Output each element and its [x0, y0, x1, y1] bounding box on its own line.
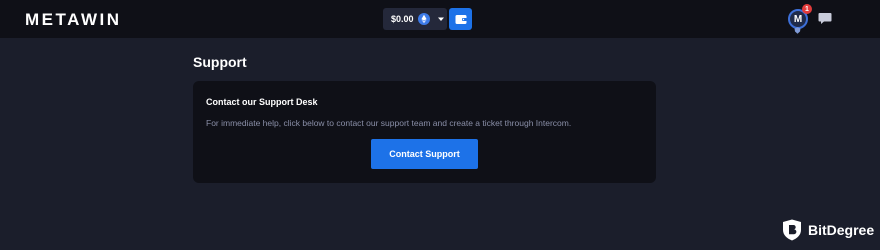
- shield-icon: [794, 27, 801, 34]
- metawin-logo[interactable]: METAWIN: [25, 10, 122, 30]
- page-title: Support: [193, 54, 247, 70]
- wallet-button[interactable]: [449, 8, 472, 30]
- watermark-text: BitDegree: [808, 222, 875, 238]
- bitdegree-shield-icon: [783, 219, 801, 241]
- bitdegree-watermark: BitDegree: [782, 219, 874, 241]
- chat-bubble-icon[interactable]: [818, 12, 832, 25]
- balance-selector[interactable]: $0.00: [383, 8, 447, 30]
- balance-value: $0.00: [391, 14, 414, 24]
- top-navigation-bar: METAWIN $0.00 M 1: [0, 0, 880, 38]
- card-title: Contact our Support Desk: [206, 97, 318, 107]
- ethereum-icon: [417, 13, 430, 25]
- support-card: Contact our Support Desk For immediate h…: [193, 81, 656, 183]
- notification-badge: 1: [802, 4, 812, 14]
- avatar-label: M: [793, 13, 803, 25]
- wallet-icon: [455, 14, 467, 24]
- card-description: For immediate help, click below to conta…: [206, 118, 572, 128]
- caret-down-icon[interactable]: [437, 15, 445, 23]
- contact-support-button[interactable]: Contact Support: [371, 139, 478, 169]
